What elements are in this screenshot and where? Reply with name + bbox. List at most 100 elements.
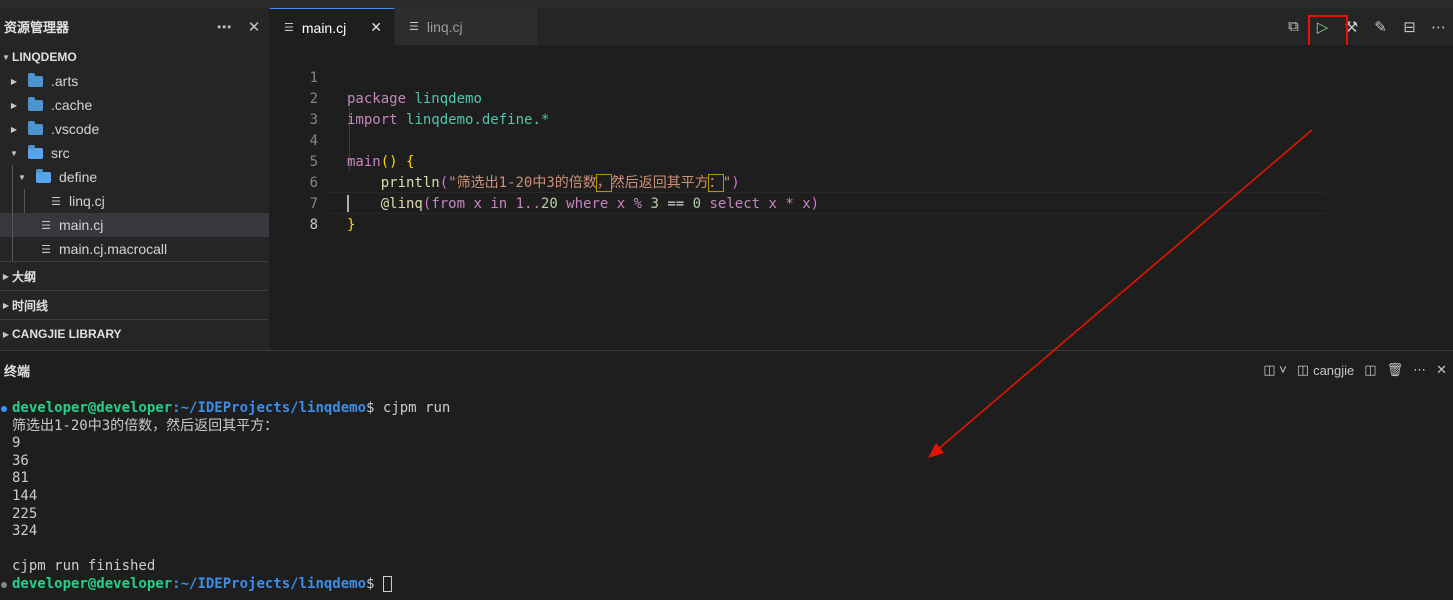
ellipsis-icon[interactable]: ⋯ (1413, 362, 1426, 378)
edit-pencil-icon[interactable]: ✎ (1366, 18, 1395, 36)
tree-item-cache[interactable]: ▶ .cache (0, 93, 269, 117)
chevron-right-icon: ▶ (10, 76, 18, 86)
split-editor-icon[interactable]: ⊟ (1395, 18, 1424, 36)
chevron-right-icon: ▶ (2, 300, 10, 310)
tree-item-define[interactable]: ▼ define (0, 165, 269, 189)
chevron-down-icon: ▼ (2, 52, 10, 62)
code-line-1: 1 package linqdemo (270, 47, 1453, 107)
terminal-output[interactable]: developer@developer:~/IDEProjects/linqde… (0, 400, 1453, 600)
command-text: $ cjpm run (366, 400, 451, 416)
tree-item-linq-cj[interactable]: ☰ linq.cj (0, 189, 269, 213)
file-lines-icon: ☰ (408, 21, 419, 33)
trash-icon[interactable]: 🗑 (1387, 362, 1404, 378)
close-icon[interactable]: ✕ (370, 19, 382, 36)
folder-open-icon (36, 168, 51, 183)
folder-icon (28, 120, 43, 135)
editor-tabs: ☰ main.cj ✕ ☰ linq.cj (270, 8, 1453, 46)
tree-label: linq.cj (69, 193, 105, 209)
prompt-symbol: $ (366, 575, 383, 592)
chevron-right-icon: ▶ (2, 271, 10, 281)
section-timeline[interactable]: ▶ 时间线 (0, 290, 269, 319)
new-terminal-split-icon[interactable]: ◫ ˅ (1263, 362, 1287, 378)
terminal-command-line: developer@developer:~/IDEProjects/linqde… (0, 400, 1453, 418)
close-icon[interactable]: ✕ (1436, 362, 1447, 378)
code-line-6: 6 @linq(from x in 1..20 where x % 3 == 0… (270, 152, 1453, 212)
terminal-profile-icon[interactable]: ◫ (1297, 362, 1309, 378)
terminal-header: 终端 ◫ ˅ ◫ cangjie ◫ 🗑 ⋯ ✕ (0, 350, 1453, 389)
ellipsis-icon[interactable]: ⋯ (209, 18, 239, 36)
line-number: 8 (309, 217, 318, 233)
tab-label: main.cj (301, 19, 347, 36)
tab-linq-cj[interactable]: ☰ linq.cj (394, 8, 538, 45)
section-label: 大纲 (12, 269, 37, 284)
tree-label: define (59, 169, 98, 185)
tree-item-arts[interactable]: ▶ .arts (0, 69, 269, 93)
preview-icon[interactable]: ⧉ (1279, 18, 1308, 35)
output-line: cjpm run finished (12, 558, 156, 575)
output-line: 225 (12, 505, 38, 522)
explorer-panel: 资源管理器 ⋯ ✕ ▼ LINQDEMO ▶ .arts ▶ .cache ▶ … (0, 8, 269, 350)
code-line-7: 7 } (270, 173, 1453, 233)
code-editor[interactable]: 1 package linqdemo 2 import linqdemo.def… (270, 45, 1453, 349)
terminal-actions: ◫ ˅ ◫ cangjie ◫ 🗑 ⋯ ✕ (1253, 362, 1453, 378)
section-label: 时间线 (12, 298, 49, 313)
tab-main-cj[interactable]: ☰ main.cj ✕ (270, 8, 395, 46)
close-icon[interactable]: ✕ (239, 18, 269, 36)
editor-toolbar: ⧉ ▷ ⚒ ✎ ⊟ ⋯ (1279, 8, 1453, 45)
file-lines-icon: ☰ (41, 243, 51, 256)
folder-open-icon (28, 144, 43, 159)
output-line: 81 (12, 470, 29, 487)
brace: } (347, 217, 356, 233)
tab-label: linq.cj (426, 18, 463, 35)
section-outline[interactable]: ▶ 大纲 (0, 261, 269, 290)
prompt-user: developer@developer (12, 575, 173, 592)
chevron-right-icon: ▶ (10, 124, 18, 134)
file-lines-icon: ☰ (284, 22, 294, 34)
chevron-down-icon: ▼ (18, 172, 26, 182)
terminal-cursor (382, 575, 392, 592)
prompt-path: :~/IDEProjects/linqdemo (172, 575, 367, 592)
tree-label: .cache (51, 97, 93, 113)
chevron-right-icon: ▶ (10, 100, 18, 110)
tree-label: main.cj (59, 217, 104, 233)
terminal-title: 终端 (4, 363, 31, 379)
output-line: 324 (12, 523, 38, 540)
prompt-user: developer@developer (12, 400, 173, 416)
command-status-dot (1, 406, 7, 412)
explorer-title: 资源管理器 (4, 20, 70, 35)
tree-label: .arts (51, 73, 79, 89)
chevron-right-icon: ▶ (2, 329, 10, 339)
tree-label: .vscode (51, 121, 100, 137)
code-line-8: 8 (270, 194, 1453, 233)
tree-item-src[interactable]: ▼ src (0, 141, 269, 165)
code-line-2: 2 import linqdemo.define.* (270, 68, 1453, 128)
project-root[interactable]: ▼ LINQDEMO (0, 45, 269, 69)
code-line-5: 5 println("筛选出1-20中3的倍数，然后返回其平方：") (270, 131, 1453, 192)
output-line: 筛选出1-20中3的倍数，然后返回其平方： (12, 417, 279, 434)
folder-icon (28, 96, 43, 111)
section-label: CANGJIE LIBRARY (12, 327, 122, 341)
tree-item-vscode[interactable]: ▶ .vscode (0, 117, 269, 141)
tree-item-main-cj-macrocall[interactable]: ☰ main.cj.macrocall (0, 237, 269, 261)
chevron-down-icon: ▼ (10, 148, 18, 158)
tree-label: src (51, 145, 70, 161)
tree-item-main-cj[interactable]: ☰ main.cj (0, 213, 269, 237)
file-lines-icon: ☰ (51, 195, 61, 208)
ellipsis-icon[interactable]: ⋯ (1424, 18, 1453, 36)
output-line: 36 (12, 452, 29, 469)
section-cangjie-library[interactable]: ▶ CANGJIE LIBRARY (0, 319, 269, 348)
split-terminal-icon[interactable]: ◫ (1364, 362, 1376, 378)
terminal-prompt-line: developer@developer:~/IDEProjects/linqde… (0, 575, 1453, 594)
output-line: 144 (12, 487, 38, 504)
prompt-status-dot (1, 581, 7, 588)
project-name: LINQDEMO (12, 50, 77, 64)
code-line-3: 3 (270, 89, 1453, 128)
code-line-4: 4 main() { (270, 110, 1453, 170)
folder-icon (28, 72, 43, 87)
prompt-path: :~/IDEProjects/linqdemo (172, 400, 367, 416)
terminal-profile-name[interactable]: cangjie (1313, 363, 1354, 378)
output-line: 9 (12, 435, 21, 452)
tree-label: main.cj.macrocall (59, 241, 168, 257)
explorer-header: 资源管理器 ⋯ ✕ (0, 8, 269, 45)
